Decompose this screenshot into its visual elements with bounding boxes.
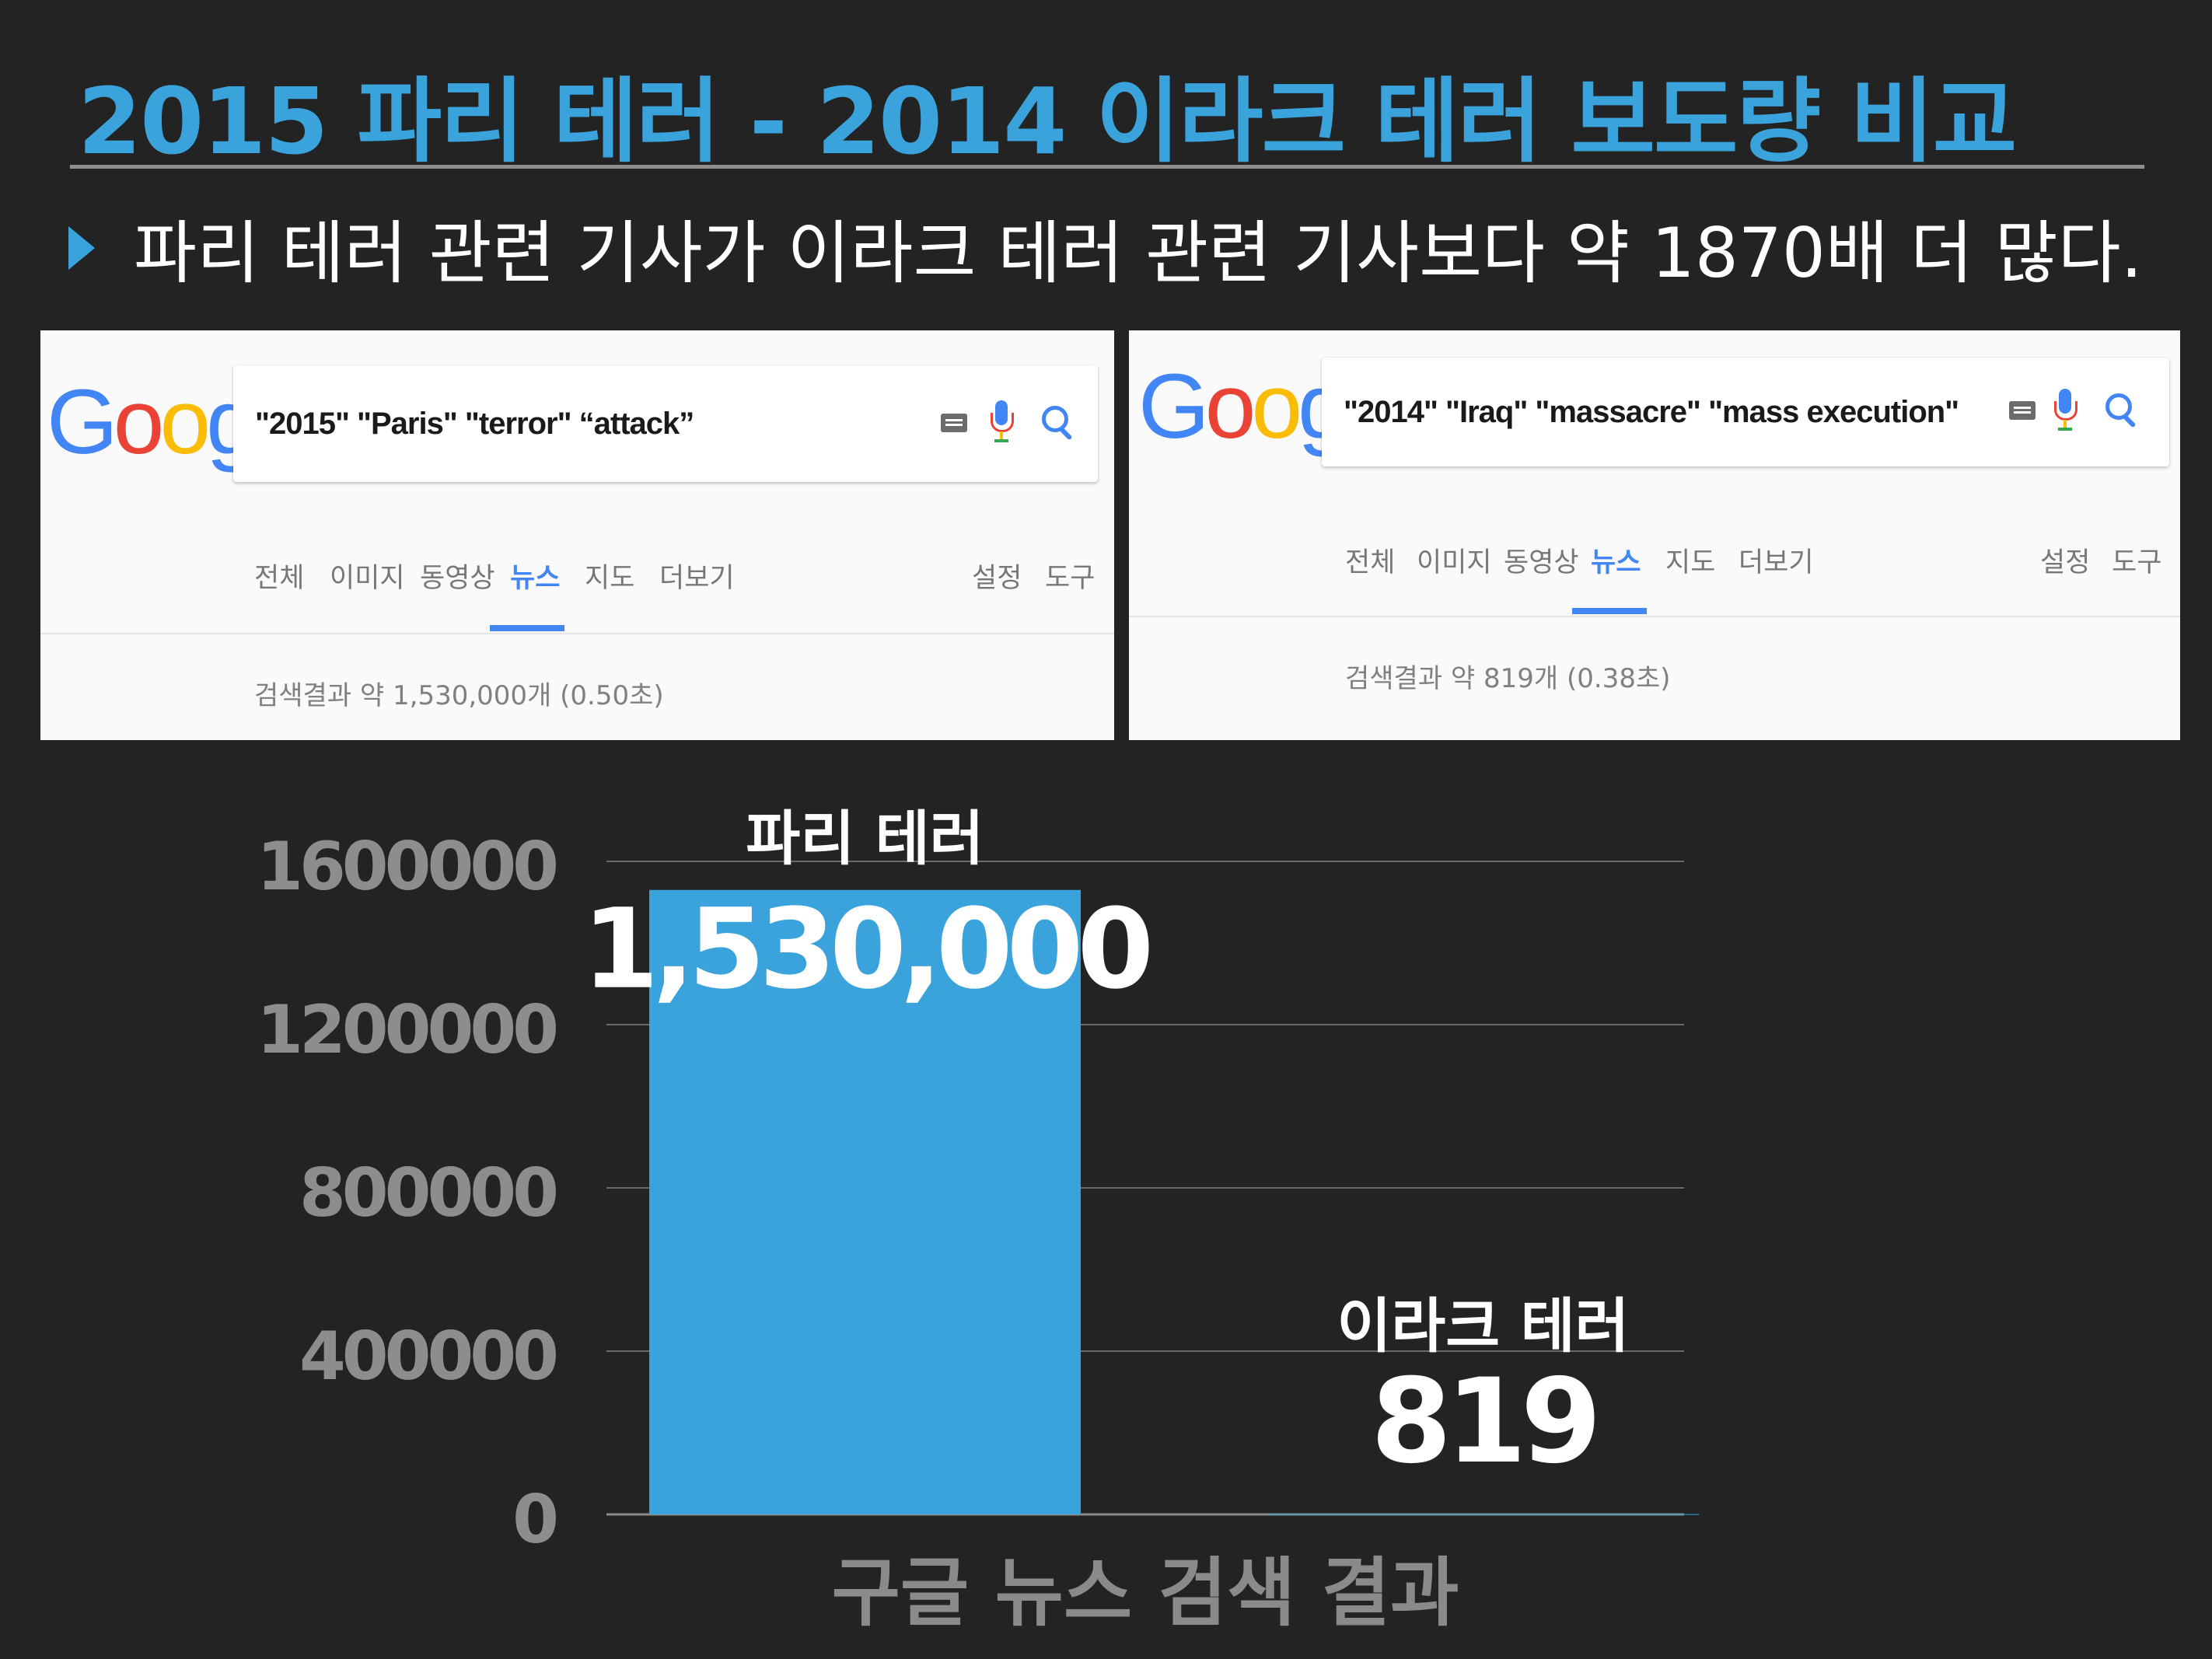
category-label: 파리 테러 <box>746 804 984 873</box>
category-label: 이라크 테러 <box>1337 1291 1629 1360</box>
data-label: 819 <box>1371 1354 1595 1490</box>
y-tick-label: 400000 <box>299 1318 556 1395</box>
bar-2 <box>1267 1514 1699 1515</box>
y-tick-label: 0 <box>512 1481 556 1559</box>
y-tick-label: 1200000 <box>257 991 556 1069</box>
y-tick-label: 1600000 <box>257 828 556 906</box>
y-tick-label: 800000 <box>299 1154 556 1232</box>
data-label: 1,530,000 <box>582 885 1150 1014</box>
x-axis-title: 구글 뉴스 검색 결과 <box>832 1549 1459 1636</box>
news-coverage-bar-chart: 1600000 1200000 800000 400000 0 파리 테러 1,530,00… <box>257 804 1699 1636</box>
